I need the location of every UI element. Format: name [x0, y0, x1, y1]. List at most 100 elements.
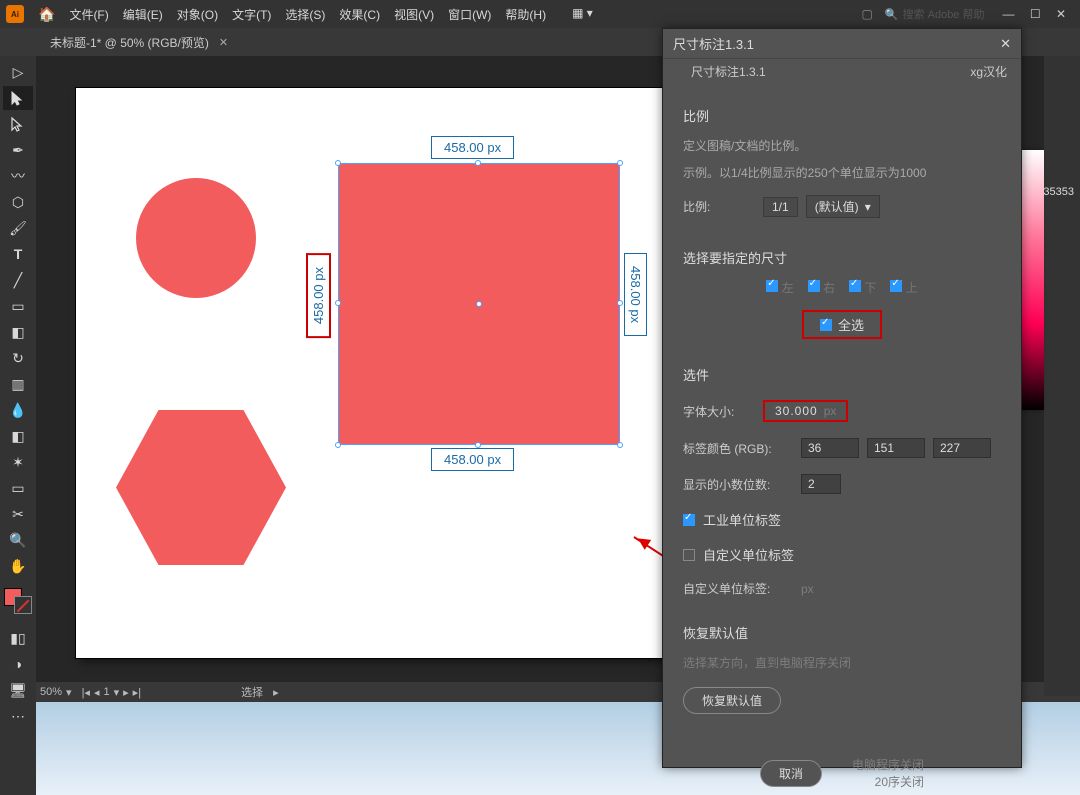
- restore-note: 选择某方向，直到电脑程序关闭: [683, 654, 1001, 671]
- zoom-value[interactable]: 50%: [40, 686, 62, 698]
- eraser-tool[interactable]: ◧: [3, 320, 33, 344]
- chk-industrial[interactable]: [683, 514, 695, 526]
- doc-icon[interactable]: ▢: [862, 7, 873, 21]
- home-icon[interactable]: 🏠: [38, 6, 55, 23]
- nav-next-icon[interactable]: ▸: [123, 686, 129, 699]
- artboard-tool[interactable]: ▭: [3, 476, 33, 500]
- chk-right[interactable]: [808, 280, 820, 292]
- choose-section-title: 选择要指定的尺寸: [683, 248, 1001, 267]
- slice-tool[interactable]: ✂: [3, 502, 33, 526]
- width-tool[interactable]: ▥: [3, 372, 33, 396]
- line-tool[interactable]: ╱: [3, 268, 33, 292]
- menu-file[interactable]: 文件(F): [63, 2, 114, 27]
- status-caret-icon[interactable]: ▸: [273, 686, 279, 699]
- panel-close-icon[interactable]: ✕: [1000, 36, 1011, 52]
- handle-e[interactable]: [617, 300, 623, 306]
- handle-se[interactable]: [617, 442, 623, 448]
- no-tool-icon[interactable]: ▷: [3, 60, 33, 84]
- label-color-label: 标签颜色 (RGB):: [683, 440, 793, 457]
- lbl-right: 右: [823, 281, 835, 295]
- scale-value: 1/1: [772, 200, 789, 214]
- cancel-button[interactable]: 取消: [760, 760, 822, 787]
- industrial-label: 工业单位标签: [703, 510, 781, 529]
- font-size-value[interactable]: 30.000: [775, 404, 818, 418]
- tab-close-icon[interactable]: ✕: [219, 36, 228, 49]
- type-tool[interactable]: T: [3, 242, 33, 266]
- restore-icon[interactable]: ☐: [1030, 7, 1041, 21]
- handle-nw[interactable]: [335, 160, 341, 166]
- chk-bottom[interactable]: [890, 280, 902, 292]
- nav-last-icon[interactable]: ▸|: [133, 686, 141, 699]
- panel-title: 尺寸标注1.3.1: [673, 34, 754, 53]
- menu-edit[interactable]: 编辑(E): [117, 2, 169, 27]
- menu-help[interactable]: 帮助(H): [499, 2, 552, 27]
- handle-sw[interactable]: [335, 442, 341, 448]
- selection-tool[interactable]: [3, 86, 33, 110]
- shape-tool[interactable]: ▭: [3, 294, 33, 318]
- page-chevron-icon[interactable]: ▾: [114, 686, 120, 699]
- more-tools-icon[interactable]: ⋯: [3, 704, 33, 728]
- dim-right: 458.00 px: [624, 253, 647, 336]
- font-size-label: 字体大小:: [683, 403, 755, 420]
- draw-mode-icon[interactable]: ◑: [3, 652, 33, 676]
- zoom-chevron-icon[interactable]: ▾: [66, 686, 72, 699]
- status-mode: 选择: [241, 684, 263, 700]
- app-icon: Ai: [6, 5, 24, 23]
- tool-palette: ▷ ✒ 〰 ⬡ 🖌 T ╱ ▭ ◧ ↻ ▥ 💧 ◧ ✶ ▭ ✂ 🔍 ✋ ▮▯ ◑…: [0, 56, 36, 795]
- footer-ghost-2: 20序关闭: [875, 773, 924, 790]
- minimize-icon[interactable]: —: [1002, 7, 1014, 21]
- handle-ne[interactable]: [617, 160, 623, 166]
- menu-select[interactable]: 选择(S): [279, 2, 331, 27]
- help-search[interactable]: 🔍 搜索 Adobe 帮助: [885, 6, 985, 22]
- menu-layout-icon[interactable]: ▦ ▾: [566, 2, 599, 27]
- menu-window[interactable]: 窗口(W): [442, 2, 497, 27]
- dim-bottom: 458.00 px: [431, 448, 514, 471]
- rotate-tool[interactable]: ↻: [3, 346, 33, 370]
- pen-tool[interactable]: ✒: [3, 138, 33, 162]
- zoom-tool[interactable]: 🔍: [3, 528, 33, 552]
- gradient-tool[interactable]: ◧: [3, 424, 33, 448]
- curvature-tool[interactable]: 〰: [3, 164, 33, 188]
- eyedropper-tool[interactable]: 💧: [3, 398, 33, 422]
- screen-mode-icon[interactable]: 🖥: [3, 678, 33, 702]
- direct-select-tool[interactable]: [3, 112, 33, 136]
- handle-n[interactable]: [475, 160, 481, 166]
- brush-tool[interactable]: 🖌: [3, 216, 33, 240]
- rgb-b-input[interactable]: [933, 438, 991, 458]
- menu-effect[interactable]: 效果(C): [333, 2, 386, 27]
- dimension-panel: 尺寸标注1.3.1 ✕ 尺寸标注1.3.1 xg汉化 比例 定义图稿/文档的比例…: [662, 28, 1022, 768]
- rgb-g-input[interactable]: [867, 438, 925, 458]
- scale-label: 比例:: [683, 198, 755, 215]
- hand-tool[interactable]: ✋: [3, 554, 33, 578]
- nav-prev-icon[interactable]: ◂: [94, 686, 100, 699]
- symbol-tool[interactable]: ✶: [3, 450, 33, 474]
- scale-default-select[interactable]: (默认值) ▾: [806, 195, 880, 218]
- fill-swatch[interactable]: [4, 588, 32, 614]
- chk-custom-unit[interactable]: [683, 549, 695, 561]
- dim-top: 458.00 px: [431, 136, 514, 159]
- select-all-highlight: 全选: [802, 310, 882, 339]
- chk-select-all[interactable]: [820, 319, 832, 331]
- hexagon-shape[interactable]: [116, 410, 286, 565]
- document-tab[interactable]: 未标题-1* @ 50% (RGB/预览) ✕: [42, 30, 236, 55]
- dim-left: 458.00 px: [306, 253, 331, 338]
- handle-w[interactable]: [335, 300, 341, 306]
- handle-center[interactable]: [476, 301, 482, 307]
- color-mode-row[interactable]: ▮▯: [3, 626, 33, 650]
- chk-left[interactable]: [766, 280, 778, 292]
- menu-text[interactable]: 文字(T): [226, 2, 277, 27]
- polygon-tool[interactable]: ⬡: [3, 190, 33, 214]
- right-panel-strip[interactable]: [1044, 56, 1080, 696]
- scale-value-select[interactable]: 1/1: [763, 197, 798, 217]
- chk-top[interactable]: [849, 280, 861, 292]
- page-number[interactable]: 1: [103, 686, 109, 698]
- menu-view[interactable]: 视图(V): [388, 2, 440, 27]
- decimals-input[interactable]: [801, 474, 841, 494]
- menu-object[interactable]: 对象(O): [171, 2, 224, 27]
- lbl-bottom: 上: [906, 281, 918, 295]
- nav-first-icon[interactable]: |◂: [82, 686, 90, 699]
- close-icon[interactable]: ✕: [1056, 7, 1066, 21]
- circle-shape[interactable]: [136, 178, 256, 298]
- restore-defaults-button[interactable]: 恢复默认值: [683, 687, 781, 714]
- rgb-r-input[interactable]: [801, 438, 859, 458]
